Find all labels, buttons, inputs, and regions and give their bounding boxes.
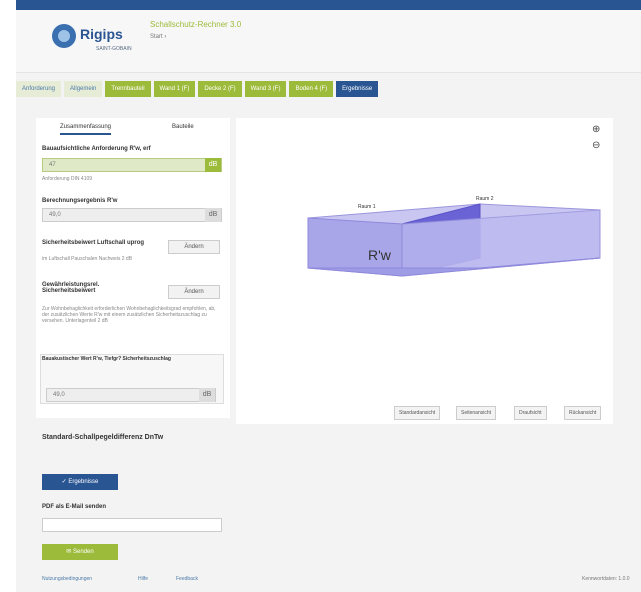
step-tabs: Anforderung Allgemein Trennbauteil Wand … (16, 81, 381, 97)
room-1-label: Raum 1 (358, 204, 376, 210)
tab-anforderung[interactable]: Anforderung (16, 81, 62, 97)
requirement-unit-badge: dB (205, 158, 221, 172)
calc-unit-badge: dB (205, 208, 221, 222)
requirement-label: Bauaufsichtliche Anforderung R'w, erf (42, 146, 151, 152)
requirement-note: Anforderung DIN 4109 (42, 176, 93, 182)
final-value-label: Bauakustischer Wert R'w, Tiefgr? Sicherh… (42, 356, 171, 362)
footer-link-feedback[interactable]: Feedback (176, 576, 198, 582)
view-back-button[interactable]: Rückansicht (564, 406, 602, 420)
extra-safety-note: Zur Wohnbehaglichkeit erforderlichen Woh… (42, 306, 216, 324)
subtab-zusammenfassung[interactable]: Zusammenfassung (60, 124, 112, 135)
logo-text: Rigips (80, 26, 123, 42)
final-unit-badge: dB (199, 388, 215, 402)
tab-ergebnisse[interactable]: Ergebnisse (336, 81, 379, 97)
logo-subtext: SAINT-GOBAIN (96, 46, 132, 52)
tab-wand-3[interactable]: Wand 3 (F) (244, 81, 287, 97)
safety-note: im Luftschall Pauschalen Nachweis 2 dB (42, 256, 133, 262)
tab-allgemein[interactable]: Allgemein (64, 81, 103, 97)
pdf-email-input[interactable] (42, 518, 222, 532)
dntw-title: Standard-Schallpegeldifferenz DnTw (42, 434, 164, 441)
view-side-button[interactable]: Seitenansicht (456, 406, 497, 420)
safety-label: Sicherheitsbeiwert Luftschall uprog (42, 240, 145, 246)
3d-viewer[interactable]: Raum 1 Raum 2 R'w ⊕ ⊖ (236, 118, 613, 424)
calc-result-label: Berechnungsergebnis R'w (42, 198, 118, 204)
footer-link-terms[interactable]: Nutzungsbedingungen (42, 576, 92, 582)
view-standard-button[interactable]: Standardansicht (394, 406, 441, 420)
tab-boden-4[interactable]: Boden 4 (F) (289, 81, 334, 97)
version-info: Kennwortdaten: 1.0.0 (582, 576, 630, 582)
room-2-label: Raum 2 (476, 196, 494, 202)
tab-wand-1[interactable]: Wand 1 (F) (153, 81, 196, 97)
calc-result-value: 49,0 (49, 212, 61, 218)
footer-link-help[interactable]: Hilfe (138, 576, 148, 582)
app-title: Schallschutz-Rechner 3.0 (150, 20, 242, 29)
send-button[interactable]: ✉ Senden (42, 544, 118, 560)
logo-icon (52, 24, 76, 48)
requirement-field[interactable]: 47 dB (42, 158, 222, 172)
room-model: Raum 1 Raum 2 R'w (307, 196, 601, 277)
final-value-field: 49,0 dB (46, 388, 216, 402)
rw-marker: R'w (368, 247, 392, 263)
extra-safety-change-button[interactable]: Ändern (168, 285, 220, 299)
extra-safety-label: Gewährleistungsrel. Sicherheitsbeiwert (42, 282, 100, 294)
subtab-bauteile[interactable]: Bauteile (172, 124, 194, 130)
rigips-logo[interactable]: Rigips SAINT-GOBAIN (52, 24, 148, 58)
tab-trennbauteil[interactable]: Trennbauteil (105, 81, 151, 97)
final-value: 49,0 (53, 392, 65, 398)
app-subtitle[interactable]: Start › (150, 34, 166, 40)
calc-result-field: 49,0 dB (42, 208, 222, 222)
results-button[interactable]: ✓ Ergebnisse (42, 474, 118, 490)
requirement-value: 47 (49, 162, 56, 168)
safety-change-button[interactable]: Ändern (168, 240, 220, 254)
top-bar (16, 0, 641, 10)
zoom-in-icon[interactable]: ⊕ (592, 124, 600, 135)
footer (16, 570, 641, 592)
tab-decke-2[interactable]: Decke 2 (F) (198, 81, 242, 97)
view-top-button[interactable]: Draufsicht (514, 406, 547, 420)
zoom-out-icon[interactable]: ⊖ (592, 140, 600, 151)
pdf-email-label: PDF als E-Mail senden (42, 504, 107, 510)
